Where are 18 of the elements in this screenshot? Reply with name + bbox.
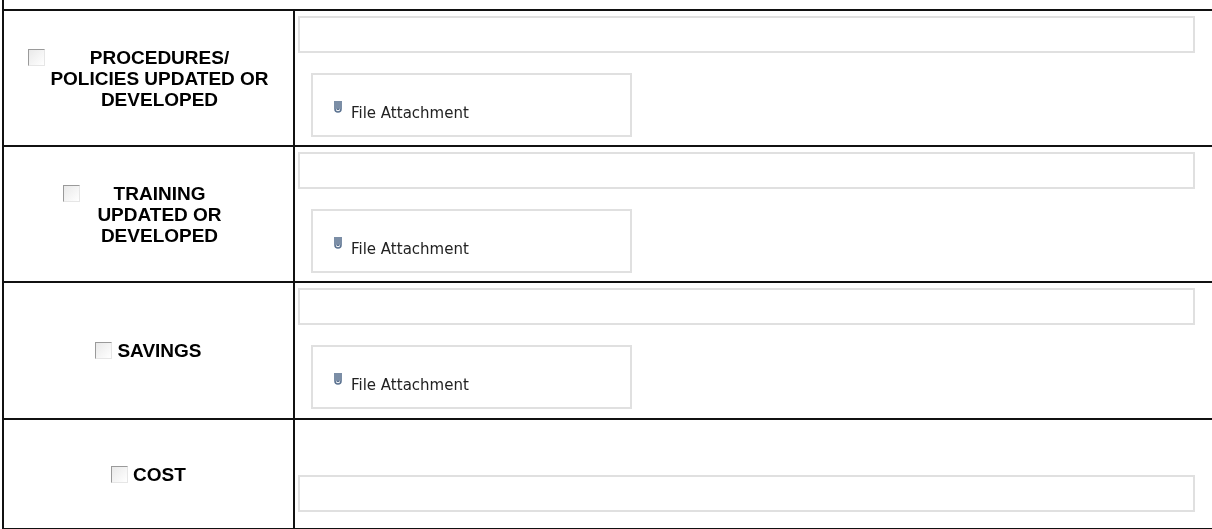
checkbox[interactable] <box>62 184 80 202</box>
row-label: PROCEDURES/ POLICIES UPDATED OR DEVELOPED <box>50 46 269 110</box>
row-label: TRAINING UPDATED OR DEVELOPED <box>96 182 223 246</box>
row-label: SAVINGS <box>117 340 202 361</box>
file-attachment-button[interactable]: File Attachment <box>311 209 632 273</box>
row-label: COST <box>133 463 186 485</box>
paperclip-icon <box>333 100 343 113</box>
file-attachment-button[interactable]: File Attachment <box>311 345 632 409</box>
checkbox[interactable] <box>111 465 129 483</box>
text-field[interactable] <box>298 475 1195 512</box>
file-attachment-button[interactable]: File Attachment <box>311 73 632 137</box>
paperclip-icon <box>333 372 343 385</box>
text-field[interactable] <box>298 152 1195 189</box>
checkbox[interactable] <box>95 342 113 359</box>
checkbox[interactable] <box>28 48 45 66</box>
text-field[interactable] <box>298 288 1195 325</box>
text-field[interactable] <box>298 16 1195 53</box>
paperclip-icon <box>333 236 343 249</box>
